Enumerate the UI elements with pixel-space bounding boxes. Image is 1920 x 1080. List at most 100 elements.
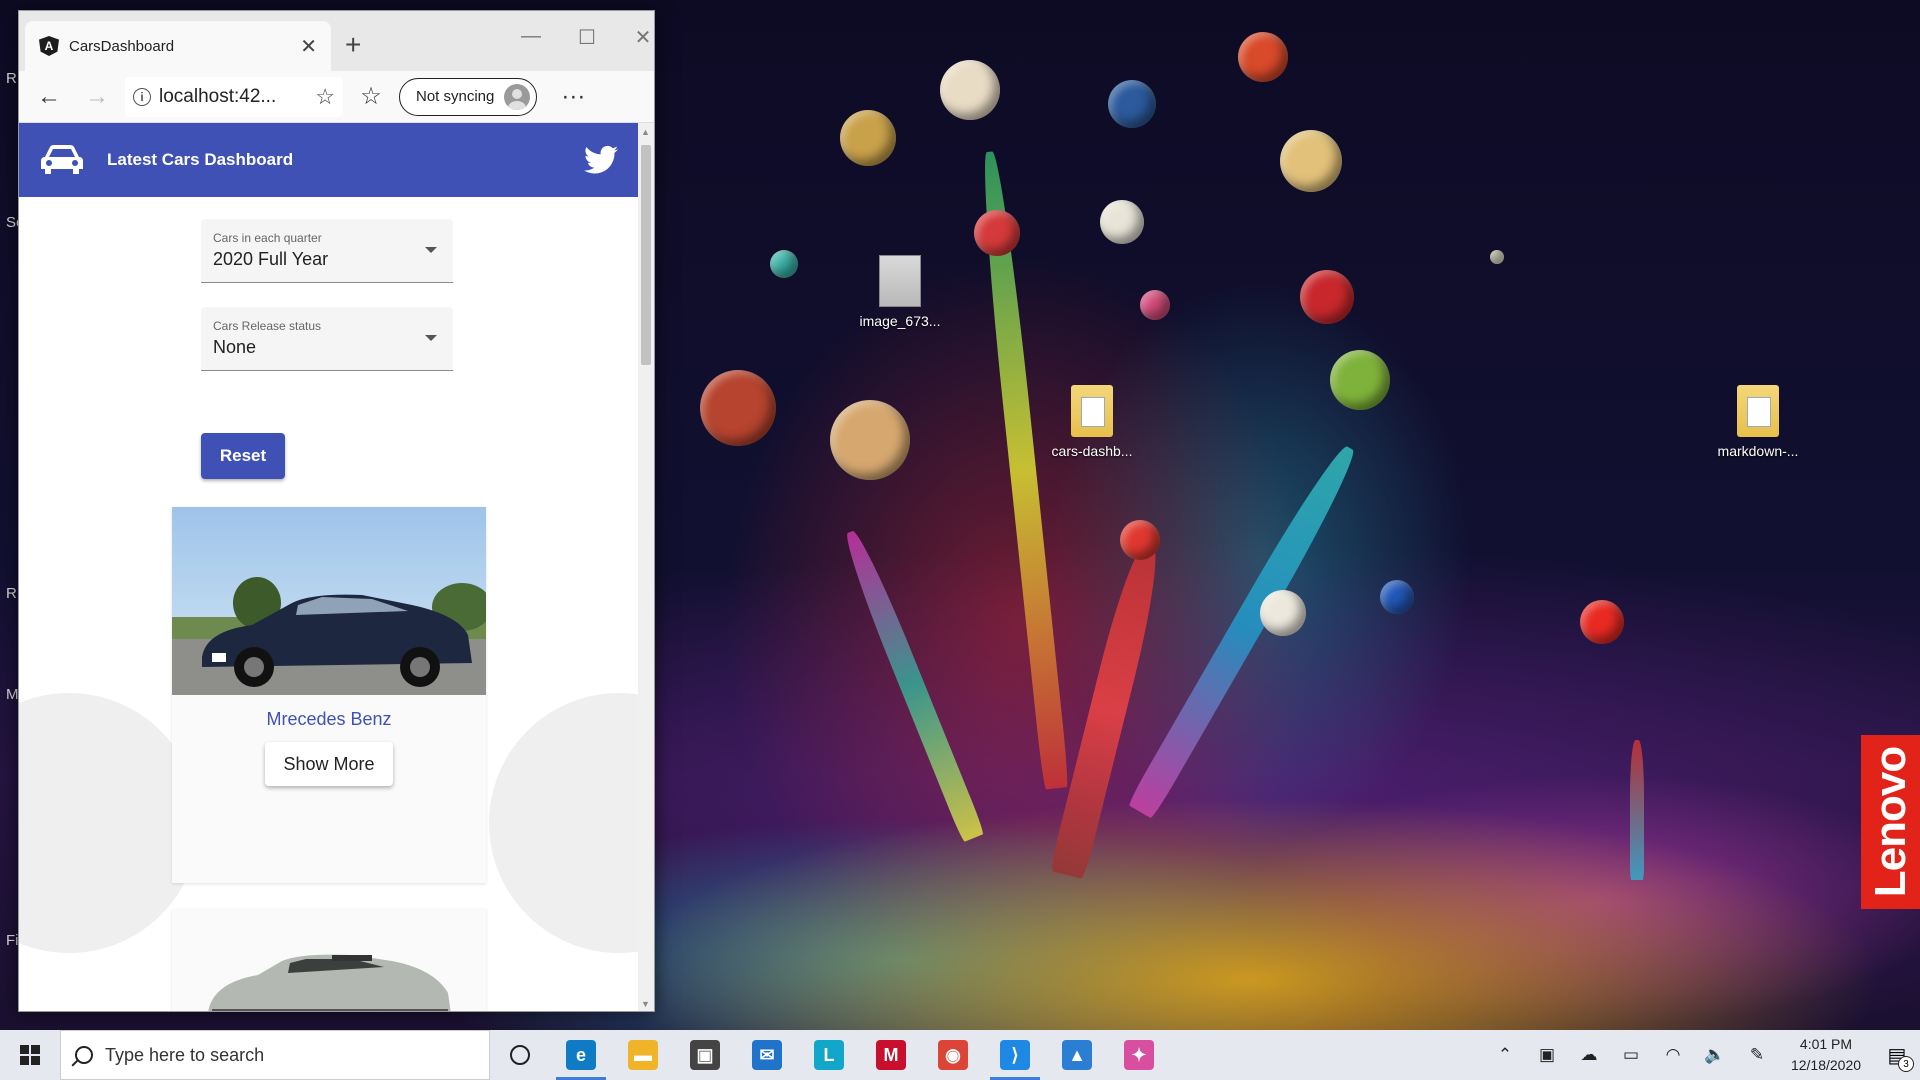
- car-name-link[interactable]: Mrecedes Benz: [172, 709, 486, 730]
- paint-drop: [830, 400, 910, 480]
- paint-drop: [1260, 590, 1306, 636]
- taskbar-app-mcafee[interactable]: M: [860, 1030, 922, 1080]
- back-arrow-icon[interactable]: ←: [29, 77, 69, 117]
- paint-drop: [1108, 80, 1156, 128]
- browser-toolbar: ← → i localhost:42... ☆ ☆ Not syncing ··…: [19, 71, 654, 123]
- desktop-icon-label: image_673...: [859, 313, 941, 329]
- url-text: localhost:42...: [159, 85, 277, 107]
- meet-now-icon[interactable]: ▣: [1526, 1030, 1568, 1080]
- file-explorer-icon: ▬: [628, 1040, 658, 1070]
- paint-spire: [1049, 540, 1167, 880]
- task-view-button[interactable]: [490, 1030, 550, 1080]
- paint-spire: [1127, 440, 1363, 820]
- action-center-button[interactable]: ▤ 3: [1874, 1030, 1920, 1080]
- paint-spire: [1630, 740, 1644, 880]
- site-info-icon[interactable]: i: [133, 87, 151, 106]
- paint-drop: [840, 110, 896, 166]
- clock-time: 4:01 PM: [1799, 1036, 1853, 1052]
- battery-icon[interactable]: ▭: [1610, 1030, 1652, 1080]
- close-window-button[interactable]: ✕: [623, 25, 654, 50]
- taskbar: Type here to search e ▬ ▣ ✉ L M ◉ ⟩ ▲ ✦ ⌃ ▣ ☁ ▭ ◠…: [0, 1030, 1920, 1080]
- scrollbar-thumb[interactable]: [641, 145, 651, 365]
- search-icon: [75, 1046, 93, 1064]
- desktop-icon-image-file[interactable]: image_673...: [852, 255, 948, 329]
- start-button[interactable]: [0, 1030, 60, 1080]
- paint-drop: [1490, 250, 1504, 264]
- taskbar-clock[interactable]: 4:01 PM 12/18/2020: [1778, 1034, 1874, 1076]
- paint-drop: [1580, 600, 1624, 644]
- quarter-select-value: 2020 Full Year: [213, 249, 329, 269]
- pinned-apps: e ▬ ▣ ✉ L M ◉ ⟩ ▲ ✦: [550, 1030, 1170, 1080]
- cortana-circle-icon: [510, 1045, 530, 1065]
- twitter-icon[interactable]: [584, 145, 618, 175]
- dropdown-caret-icon: [425, 335, 437, 341]
- tab-close-icon[interactable]: ✕: [300, 34, 317, 59]
- mail-icon: ✉: [752, 1040, 782, 1070]
- car-photo: [172, 909, 486, 1011]
- release-status-label: Cars Release status: [213, 319, 322, 333]
- windows-logo-icon: [20, 1045, 40, 1065]
- l-app-icon: L: [814, 1040, 844, 1070]
- taskbar-app-file-explorer[interactable]: ▬: [612, 1030, 674, 1080]
- system-tray: ⌃ ▣ ☁ ▭ ◠ 🔈 ✎ 4:01 PM 12/18/2020 ▤ 3: [1484, 1030, 1920, 1080]
- angular-favicon-icon: A: [39, 36, 59, 56]
- car-card: Mrecedes Benz Show More: [172, 507, 486, 883]
- browser-window: A CarsDashboard ✕ + — ☐ ✕ ← → i localhos…: [18, 10, 655, 1012]
- reset-button[interactable]: Reset: [201, 433, 285, 479]
- release-status-value: None: [213, 337, 257, 357]
- release-status-select[interactable]: Cars Release status None: [201, 307, 453, 371]
- paint-spire: [839, 527, 985, 843]
- show-more-button[interactable]: Show More: [265, 742, 393, 786]
- dropdown-caret-icon: [425, 247, 437, 253]
- taskbar-app-photos[interactable]: ▲: [1046, 1030, 1108, 1080]
- new-tab-button[interactable]: +: [345, 31, 361, 59]
- photos-icon: ▲: [1062, 1040, 1092, 1070]
- hidden-window-fragment: Fi: [6, 932, 19, 949]
- search-placeholder: Type here to search: [105, 1044, 265, 1065]
- quarter-select[interactable]: Cars in each quarter 2020 Full Year: [201, 219, 453, 283]
- taskbar-app-mail[interactable]: ✉: [736, 1030, 798, 1080]
- quarter-select-label: Cars in each quarter: [213, 231, 322, 245]
- onedrive-cloud-icon[interactable]: ☁: [1568, 1030, 1610, 1080]
- maximize-button[interactable]: ☐: [567, 25, 607, 50]
- taskbar-app-chrome[interactable]: ◉: [922, 1030, 984, 1080]
- browser-titlebar: A CarsDashboard ✕ + — ☐ ✕: [19, 11, 654, 71]
- taskbar-app-l-app[interactable]: L: [798, 1030, 860, 1080]
- taskbar-app-vscode[interactable]: ⟩: [984, 1030, 1046, 1080]
- wifi-icon[interactable]: ◠: [1652, 1030, 1694, 1080]
- address-bar[interactable]: i localhost:42... ☆: [125, 76, 343, 117]
- desktop-icon-label: markdown-...: [1717, 443, 1799, 459]
- favorite-star-icon[interactable]: ☆: [315, 84, 335, 110]
- browser-tab[interactable]: A CarsDashboard ✕: [25, 21, 331, 71]
- app-header: Latest Cars Dashboard: [19, 123, 638, 197]
- pen-workspace-icon[interactable]: ✎: [1736, 1030, 1778, 1080]
- paint-drop: [770, 250, 798, 278]
- car-card: [172, 909, 486, 1011]
- page-scrollbar[interactable]: ▲ ▼: [638, 123, 654, 1011]
- scroll-up-icon[interactable]: ▲: [641, 127, 650, 137]
- taskbar-app-store[interactable]: ▣: [674, 1030, 736, 1080]
- page-viewport: Latest Cars Dashboard Cars in each quart…: [19, 123, 638, 1011]
- scroll-down-icon[interactable]: ▼: [641, 999, 650, 1009]
- taskbar-app-pinwheel[interactable]: ✦: [1108, 1030, 1170, 1080]
- profile-sync-button[interactable]: Not syncing: [399, 77, 538, 116]
- forward-arrow-icon[interactable]: →: [77, 77, 117, 117]
- taskbar-app-edge[interactable]: e: [550, 1030, 612, 1080]
- taskbar-search[interactable]: Type here to search: [60, 1030, 490, 1080]
- desktop-icon-markdown-folder[interactable]: markdown-...: [1710, 385, 1806, 459]
- paint-drop: [1330, 350, 1390, 410]
- desktop-icon-label: cars-dashb...: [1051, 443, 1133, 459]
- edge-icon: e: [566, 1040, 596, 1070]
- more-menu-icon[interactable]: ···: [553, 77, 593, 117]
- favorites-list-icon[interactable]: ☆: [351, 77, 391, 117]
- paint-drop: [1280, 130, 1342, 192]
- sync-status-label: Not syncing: [416, 88, 495, 105]
- desktop-icon-cars-dashboard-folder[interactable]: cars-dashb...: [1044, 385, 1140, 459]
- paint-drop: [700, 370, 776, 446]
- paint-drop: [1100, 200, 1144, 244]
- hidden-window-fragment: R: [6, 585, 17, 602]
- show-hidden-icons-chevron-icon[interactable]: ⌃: [1484, 1030, 1526, 1080]
- lenovo-badge: Lenovo: [1861, 735, 1920, 909]
- minimize-button[interactable]: —: [511, 25, 551, 48]
- volume-icon[interactable]: 🔈: [1694, 1030, 1736, 1080]
